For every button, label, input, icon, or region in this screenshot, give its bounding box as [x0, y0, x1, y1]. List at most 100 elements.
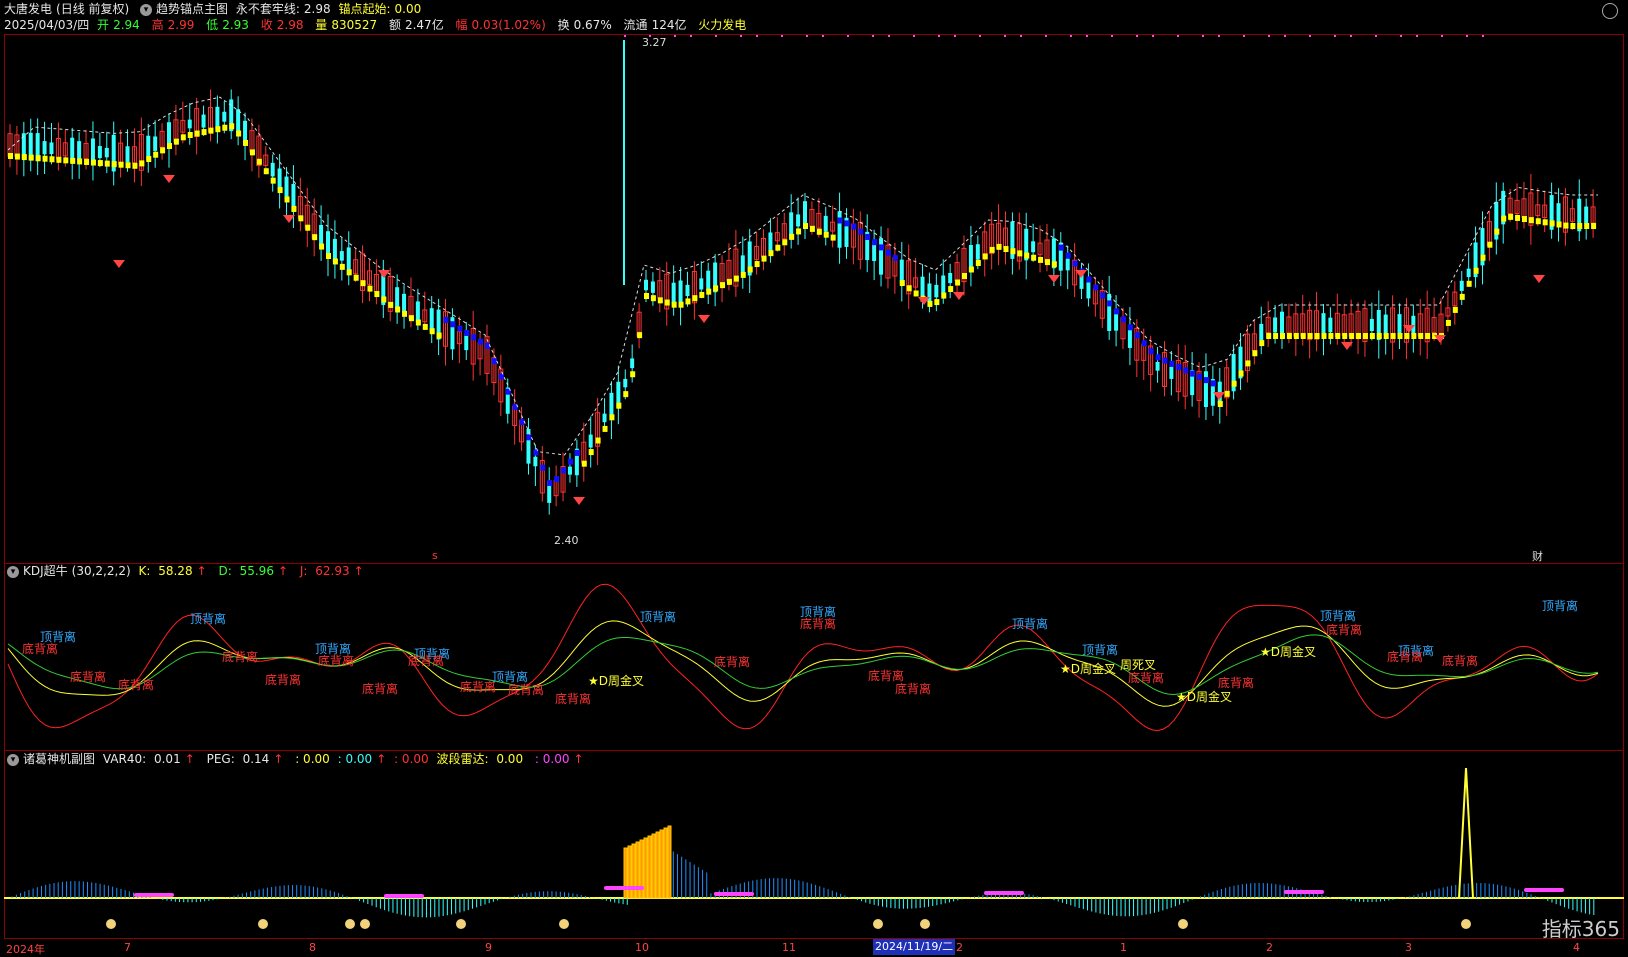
dropdown-icon[interactable]: ▾: [7, 565, 19, 578]
trend-block: [263, 168, 269, 175]
candle-body: [1556, 203, 1561, 224]
candle-body: [201, 114, 206, 128]
candle-body: [879, 238, 884, 275]
stop-line: [7, 96, 1598, 456]
top-dot: [1466, 35, 1468, 37]
candle-body: [1466, 268, 1471, 278]
kdj-params: (30,2,2,2): [71, 564, 131, 578]
trend-block: [782, 239, 788, 246]
candle-body: [1031, 241, 1036, 253]
kdj-annotation: 底背离: [222, 650, 259, 664]
trend-block: [243, 139, 249, 146]
trend-block: [595, 437, 601, 444]
candle-body: [464, 333, 469, 351]
candle-body: [395, 287, 400, 310]
trend-block: [1404, 333, 1410, 339]
sub-chart[interactable]: [4, 768, 1624, 938]
trend-block: [1307, 333, 1313, 339]
trend-block: [1086, 276, 1092, 283]
float-label: 流通: [623, 18, 648, 32]
trend-block: [1044, 259, 1050, 266]
period-label[interactable]: (日线 前复权): [56, 2, 129, 16]
x-axis-label: 2: [956, 941, 963, 954]
trend-block: [996, 243, 1002, 250]
x-axis-label: 10: [635, 941, 649, 954]
x-axis-label: 7: [124, 941, 131, 954]
settings-icon[interactable]: [1602, 3, 1618, 19]
trend-block: [215, 126, 221, 133]
turnover-value: 0.67%: [573, 18, 612, 32]
peak-bar: [663, 827, 668, 899]
top-dot: [872, 35, 874, 37]
candle-body: [602, 413, 607, 423]
concept-label[interactable]: 火力发电: [698, 18, 746, 32]
indicator-name[interactable]: 趋势锚点主图: [156, 2, 228, 16]
stock-name[interactable]: 大唐发电: [4, 2, 52, 16]
dropdown-icon[interactable]: ▾: [7, 753, 19, 766]
peak-bar: [627, 845, 632, 899]
trend-block: [616, 402, 622, 409]
top-dot: [1136, 35, 1138, 37]
trend-block: [1121, 316, 1126, 323]
signal-diamond-icon: [1533, 275, 1545, 283]
trend-block: [284, 196, 290, 203]
money-bag-icon: [873, 919, 883, 929]
money-bag-icon: [1461, 919, 1471, 929]
trend-block: [1231, 380, 1237, 387]
candle-body: [187, 119, 192, 129]
trend-block: [761, 255, 767, 262]
trend-block: [630, 371, 636, 378]
dropdown-icon[interactable]: ▾: [140, 3, 153, 16]
trend-block: [1072, 260, 1078, 267]
top-dot: [1020, 35, 1022, 37]
top-dot: [1086, 35, 1088, 37]
trend-block: [740, 271, 746, 278]
trend-block: [713, 285, 719, 292]
trend-block: [422, 323, 428, 330]
trend-block: [173, 138, 179, 145]
trend-block: [360, 280, 366, 287]
candle-body: [623, 378, 628, 388]
volume-label: 量: [315, 18, 328, 32]
top-dot: [756, 35, 758, 37]
trend-block: [381, 296, 387, 303]
trend-block: [63, 157, 69, 164]
trend-block: [1342, 333, 1348, 339]
trend-block: [256, 158, 262, 165]
candlestick-chart[interactable]: [4, 35, 1624, 563]
trend-block: [650, 295, 656, 302]
trend-block: [1480, 254, 1486, 261]
top-dot: [1441, 35, 1443, 37]
trend-block: [42, 155, 48, 162]
trend-block: [1058, 244, 1064, 251]
trend-block: [77, 158, 83, 165]
trend-block: [1238, 370, 1244, 377]
trend-block: [975, 259, 981, 266]
trend-block: [1466, 280, 1472, 287]
x-axis-label: 2: [1266, 941, 1273, 954]
close-value: 2.98: [276, 18, 304, 32]
kdj-annotation: ★D周金叉: [588, 674, 644, 688]
trend-block: [1224, 390, 1230, 397]
candle-body: [837, 211, 842, 248]
candle-body: [1107, 293, 1112, 331]
trend-block: [236, 130, 242, 137]
sub-name[interactable]: 诸葛神机副图: [23, 752, 95, 766]
money-bag-icon: [106, 919, 116, 929]
trend-block: [885, 249, 891, 256]
trend-block: [249, 149, 255, 156]
trend-block: [229, 123, 235, 130]
top-dot: [1218, 35, 1220, 37]
trend-block: [353, 274, 359, 281]
open-label: 开: [97, 18, 110, 32]
peg-label: PEG:: [206, 752, 235, 766]
trend-block: [747, 266, 753, 273]
kdj-annotation: 底背离: [1128, 671, 1165, 685]
trend-block: [1411, 333, 1417, 339]
candle-body: [796, 214, 801, 227]
kdj-annotation: 底背离: [800, 617, 837, 631]
kdj-name[interactable]: KDJ超牛: [23, 564, 68, 578]
trend-block: [934, 299, 940, 306]
peak-bar: [643, 837, 648, 899]
x-axis-label: 8: [309, 941, 316, 954]
